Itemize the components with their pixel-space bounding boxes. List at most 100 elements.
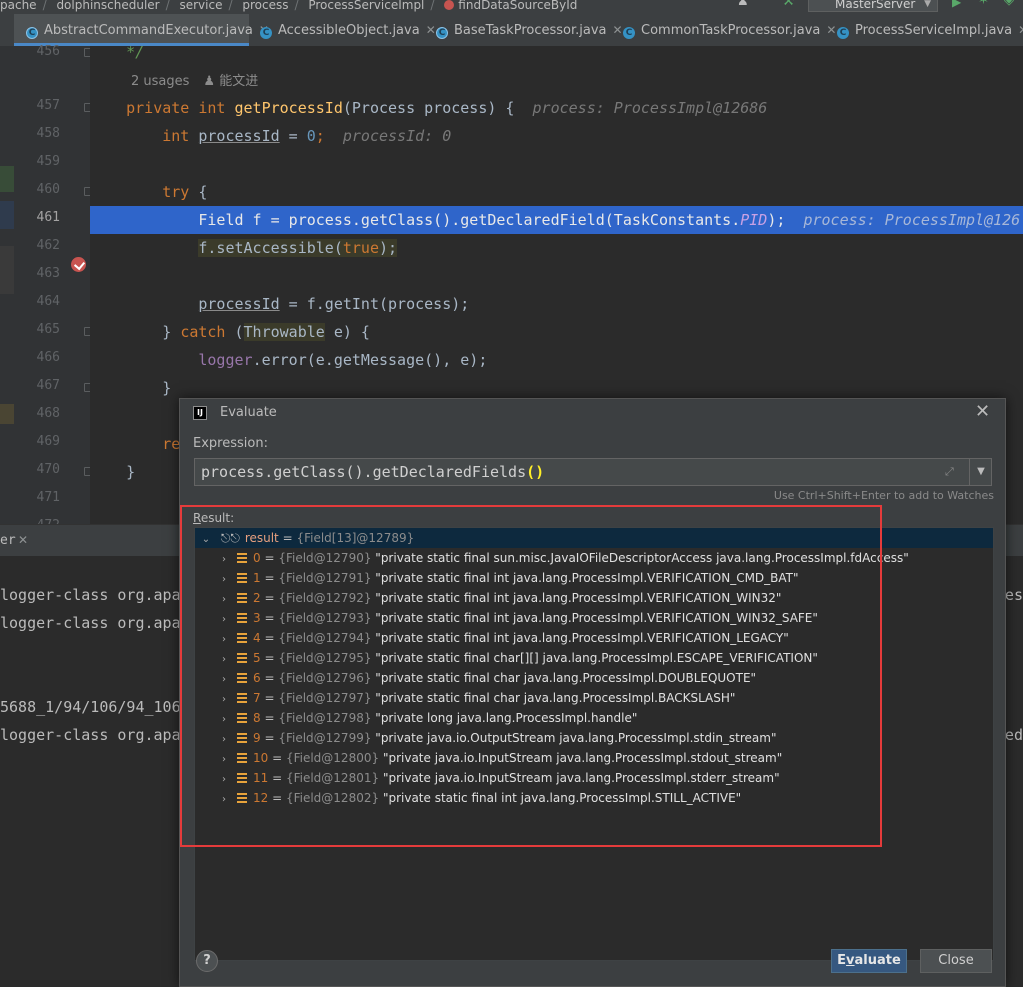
tab-base-task-processor[interactable]: C BaseTaskProcessor.java ✕ (436, 14, 623, 46)
result-tree[interactable]: ⌄ ⎋⎋ result = {Field[13]@12789} › 0 = {Fie… (194, 527, 994, 961)
tree-row[interactable]: › 10 = {Field@12800} "private java.io.Inp… (195, 748, 993, 768)
attach-icon[interactable]: ◈ (1004, 0, 1014, 7)
field-icon (237, 733, 247, 743)
line-number: 469 (36, 434, 60, 449)
console-tab-label[interactable]: er (0, 533, 16, 548)
tree-row[interactable]: › 2 = {Field@12792} "private static final… (195, 588, 993, 608)
breadcrumb-item[interactable]: findDataSourceById (458, 0, 577, 11)
author-hint[interactable]: 能文进 (219, 74, 258, 89)
field-icon (237, 753, 247, 763)
chevron-right-icon[interactable]: › (219, 650, 229, 670)
breadcrumb-item[interactable]: process (242, 0, 288, 11)
tab-label: BaseTaskProcessor.java (454, 23, 607, 38)
field-index: 12 (253, 791, 269, 805)
chevron-right-icon[interactable]: › (219, 550, 229, 570)
chevron-right-icon[interactable]: › (219, 750, 229, 770)
run-config-selector[interactable]: MasterServer ▼ (808, 0, 938, 12)
chevron-down-icon[interactable]: ⌄ (201, 530, 211, 550)
build-icon[interactable]: ⚒ (782, 0, 795, 8)
tree-row[interactable]: › 8 = {Field@12798} "private long java.la… (195, 708, 993, 728)
breadcrumb: pache / dolphinscheduler / service / proces… (0, 0, 1023, 14)
field-ref: {Field@12794} (278, 631, 372, 645)
code-line: processId = f.getInt(process); (198, 295, 470, 313)
field-icon (237, 793, 247, 803)
chevron-right-icon[interactable]: › (219, 630, 229, 650)
chevron-right-icon[interactable]: › (219, 590, 229, 610)
tree-row[interactable]: › 6 = {Field@12796} "private static final… (195, 668, 993, 688)
field-ref: {Field@12792} (278, 591, 372, 605)
chevron-right-icon[interactable]: › (219, 770, 229, 790)
tab-label: CommonTaskProcessor.java (641, 23, 821, 38)
chevron-right-icon[interactable]: › (219, 610, 229, 630)
class-icon: C (837, 27, 849, 39)
chevron-down-icon[interactable]: ▼ (969, 459, 992, 485)
tree-row[interactable]: › 4 = {Field@12794} "private static final… (195, 628, 993, 648)
expression-input[interactable]: process.getClass().getDeclaredFields() (201, 459, 931, 485)
tree-row[interactable]: › 9 = {Field@12799} "private java.io.Outp… (195, 728, 993, 748)
run-config-label: MasterServer (835, 0, 916, 11)
tab-process-service-impl[interactable]: C ProcessServiceImpl.java ✕ (837, 14, 1023, 46)
tree-row[interactable]: › 3 = {Field@12793} "private static final… (195, 608, 993, 628)
tab-label: AccessibleObject.java (278, 23, 420, 38)
dialog-title-bar[interactable]: IJ Evaluate ✕ (180, 399, 1005, 427)
line-number: 458 (36, 126, 60, 141)
console-line: logger-class org.apac (0, 614, 190, 632)
tab-accessible-object[interactable]: C AccessibleObject.java ✕ (260, 14, 436, 46)
intellij-icon: IJ (193, 406, 207, 420)
line-number: 461 (36, 210, 60, 225)
expand-icon[interactable]: ⤢ (945, 466, 957, 478)
chevron-right-icon[interactable]: › (219, 790, 229, 810)
tree-row[interactable]: › 11 = {Field@12801} "private java.io.Inp… (195, 768, 993, 788)
usages-hint[interactable]: 2 usages (131, 74, 189, 89)
tab-common-task-processor[interactable]: C CommonTaskProcessor.java ✕ (623, 14, 836, 46)
watch-icon: ⎋⎋ (220, 531, 240, 545)
help-button[interactable]: ? (196, 950, 218, 972)
close-icon[interactable]: ✕ (426, 23, 436, 37)
evaluate-dialog: IJ Evaluate ✕ Expression: process.getCla… (179, 398, 1006, 987)
chevron-right-icon[interactable]: › (219, 710, 229, 730)
code-line: logger.error(e.getMessage(), e); (198, 351, 488, 369)
close-icon[interactable]: ✕ (613, 23, 623, 37)
field-index: 6 (253, 671, 261, 685)
close-icon[interactable]: ✕ (1018, 23, 1023, 37)
chevron-right-icon[interactable]: › (219, 670, 229, 690)
close-button[interactable]: Close (920, 949, 992, 973)
chevron-right-icon[interactable]: › (219, 730, 229, 750)
line-number: 456 (36, 44, 60, 59)
debug-icon[interactable]: ✶ (978, 0, 989, 7)
breakpoint-icon[interactable] (71, 257, 86, 272)
chevron-right-icon[interactable]: › (219, 690, 229, 710)
watch-hint: Use Ctrl+Shift+Enter to add to Watches (773, 489, 994, 502)
user-icon[interactable]: ♟ (737, 0, 749, 8)
field-ref: {Field@12797} (278, 691, 372, 705)
code-line: f.setAccessible(true); (198, 239, 398, 257)
tree-row[interactable]: › 5 = {Field@12795} "private static final… (195, 648, 993, 668)
close-icon[interactable]: ✕ (975, 401, 990, 422)
field-icon (237, 693, 247, 703)
result-label: Result: (193, 511, 235, 525)
class-icon: C (623, 27, 635, 39)
tree-row[interactable]: › 12 = {Field@12802} "private static fina… (195, 788, 993, 808)
line-number: 471 (36, 490, 60, 505)
chevron-right-icon[interactable]: › (219, 570, 229, 590)
breadcrumb-item[interactable]: ProcessServiceImpl (308, 0, 424, 11)
run-icon[interactable]: ▶ (952, 0, 961, 8)
editor-tabs: C AbstractCommandExecutor.java ✕ C Accessib… (0, 14, 1023, 47)
breadcrumb-item[interactable]: service (179, 0, 222, 11)
tab-label: ProcessServiceImpl.java (855, 23, 1013, 38)
code-line: 2 usages ♟ 能文进 (90, 66, 1023, 94)
field-ref: {Field@12799} (278, 731, 372, 745)
tree-row[interactable]: › 7 = {Field@12797} "private static final… (195, 688, 993, 708)
close-icon[interactable]: ✕ (18, 533, 28, 547)
close-icon[interactable]: ✕ (826, 23, 836, 37)
evaluate-button[interactable]: Evaluate (831, 949, 907, 973)
breadcrumb-item[interactable]: pache (0, 0, 37, 11)
tree-root-row[interactable]: ⌄ ⎋⎋ result = {Field[13]@12789} (195, 528, 993, 548)
tab-abstract-command-executor[interactable]: CAbstractCommandExecutor.java✕ (14, 14, 269, 46)
field-ref: {Field@12796} (278, 671, 372, 685)
expression-field[interactable]: process.getClass().getDeclaredFields() ⤢… (194, 458, 992, 486)
field-value: "private static final int java.lang.Proc… (375, 571, 799, 585)
breadcrumb-item[interactable]: dolphinscheduler (56, 0, 159, 11)
tree-row[interactable]: › 1 = {Field@12791} "private static final… (195, 568, 993, 588)
tree-row[interactable]: › 0 = {Field@12790} "private static final… (195, 548, 993, 568)
